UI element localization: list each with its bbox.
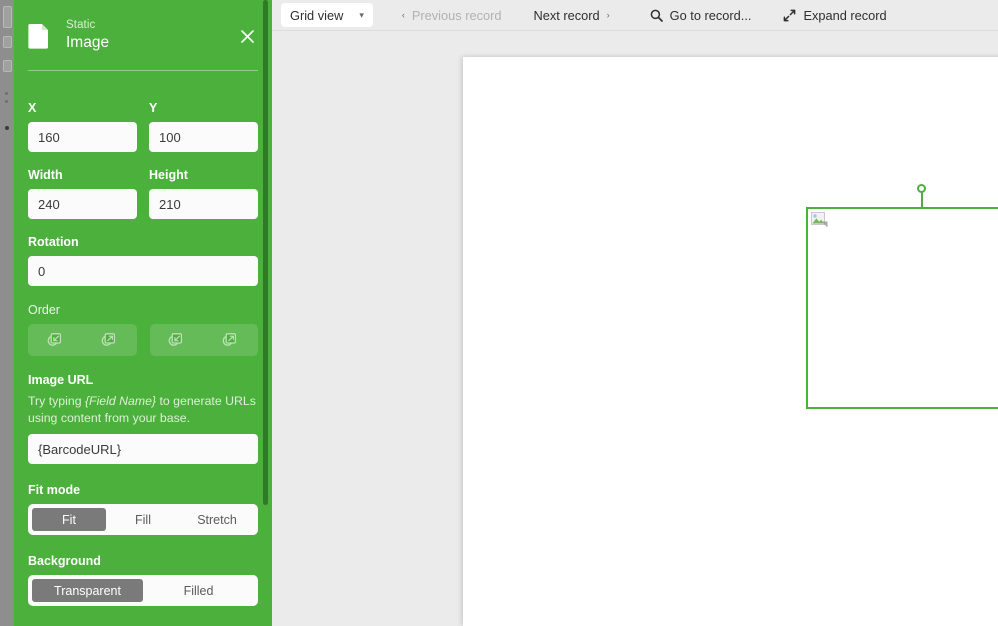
previous-record-button[interactable]: ‹ Previous record: [391, 4, 513, 27]
previous-record-label: Previous record: [411, 7, 502, 23]
size-fields: Width Height: [28, 168, 258, 219]
background-ghost-item: [3, 36, 12, 48]
y-label: Y: [149, 101, 158, 115]
height-input[interactable]: [149, 189, 258, 219]
height-label: Height: [149, 168, 188, 182]
rotation-handle-stem: [920, 192, 923, 209]
fit-mode-section: Fit mode Fit Fill Stretch: [28, 483, 258, 536]
view-select[interactable]: Grid view ▾: [281, 3, 373, 27]
bring-to-front-icon[interactable]: [204, 324, 258, 356]
fit-mode-label: Fit mode: [28, 483, 81, 498]
bring-forward-icon-glyph: [168, 332, 183, 346]
close-icon-glyph: [240, 29, 254, 43]
design-canvas-page[interactable]: [463, 57, 998, 626]
order-section: Order: [28, 303, 258, 356]
background-section: Background Transparent Filled: [28, 554, 258, 607]
expand-record-button[interactable]: Expand record: [772, 4, 897, 27]
record-toolbar: Grid view ▾ ‹ Previous record Next recor…: [272, 0, 998, 31]
rotation-input[interactable]: [28, 256, 258, 286]
bring-to-front-icon-glyph: [222, 332, 237, 346]
width-input[interactable]: [28, 189, 137, 219]
bring-forward-icon[interactable]: [150, 324, 204, 356]
image-url-input[interactable]: [28, 434, 258, 465]
panel-eyebrow: Static: [66, 19, 96, 32]
document-icon: [28, 24, 48, 49]
selected-image-element[interactable]: [806, 184, 998, 409]
panel-header: Static Image: [28, 0, 258, 54]
panel-title: Image: [66, 34, 110, 52]
background-ghost-dot: [5, 126, 9, 130]
x-label: X: [28, 101, 37, 115]
background-ghost-dot: [5, 100, 8, 103]
background-strip: [0, 0, 14, 626]
image-url-hint-before: Try typing: [28, 394, 85, 408]
next-record-label: Next record: [533, 7, 600, 23]
panel-scrollbar[interactable]: [263, 0, 268, 505]
image-url-label: Image URL: [28, 373, 94, 387]
position-fields: X Y: [28, 101, 258, 152]
fit-mode-option-fill[interactable]: Fill: [106, 508, 180, 531]
fit-mode-option-stretch[interactable]: Stretch: [180, 508, 254, 531]
chevron-right-icon: ›: [606, 9, 610, 20]
fit-mode-option-fit[interactable]: Fit: [32, 508, 106, 532]
send-backward-icon[interactable]: [82, 324, 136, 356]
background-ghost-dot: [5, 92, 8, 95]
background-ghost-item: [3, 60, 12, 72]
close-icon[interactable]: [236, 25, 258, 47]
app-root: Static Image X Y: [0, 0, 998, 626]
broken-image-icon: [811, 212, 828, 228]
go-to-record-label: Go to record...: [669, 7, 752, 23]
chevron-left-icon: ‹: [401, 9, 405, 20]
y-input[interactable]: [149, 122, 258, 152]
background-option-filled[interactable]: Filled: [143, 579, 254, 602]
send-to-back-icon[interactable]: [28, 324, 82, 356]
send-backward-icon-glyph: [101, 332, 115, 346]
x-input[interactable]: [28, 122, 137, 152]
go-to-record-button[interactable]: Go to record...: [639, 4, 763, 27]
order-label: Order: [28, 303, 60, 317]
search-icon: [650, 9, 663, 22]
view-select-label: Grid view: [290, 7, 344, 23]
order-group-backward: [28, 324, 137, 356]
background-label: Background: [28, 554, 101, 569]
image-url-section: Image URL Try typing {Field Name} to gen…: [28, 373, 258, 465]
expand-record-label: Expand record: [803, 7, 887, 23]
background-option-transparent[interactable]: Transparent: [32, 579, 143, 603]
width-label: Width: [28, 168, 63, 182]
static-image-settings-panel: Static Image X Y: [14, 0, 272, 626]
next-record-button[interactable]: Next record ›: [523, 4, 621, 27]
chevron-down-icon: ▾: [359, 9, 364, 20]
image-url-hint-token: {Field Name}: [84, 394, 157, 408]
send-to-back-icon-glyph: [47, 332, 61, 346]
rotation-label: Rotation: [28, 235, 79, 249]
image-url-hint: Try typing {Field Name} to generate URLs…: [28, 393, 258, 426]
background-segmented-control: Transparent Filled: [28, 575, 258, 607]
rotation-field: Rotation: [28, 235, 258, 286]
rotation-handle[interactable]: [917, 184, 926, 193]
expand-arrows-icon: [784, 9, 796, 21]
header-divider: [28, 70, 258, 71]
fit-mode-segmented-control: Fit Fill Stretch: [28, 504, 258, 536]
main-area: Grid view ▾ ‹ Previous record Next recor…: [272, 0, 998, 626]
order-group-forward: [149, 324, 258, 356]
background-ghost-item: [3, 6, 12, 28]
